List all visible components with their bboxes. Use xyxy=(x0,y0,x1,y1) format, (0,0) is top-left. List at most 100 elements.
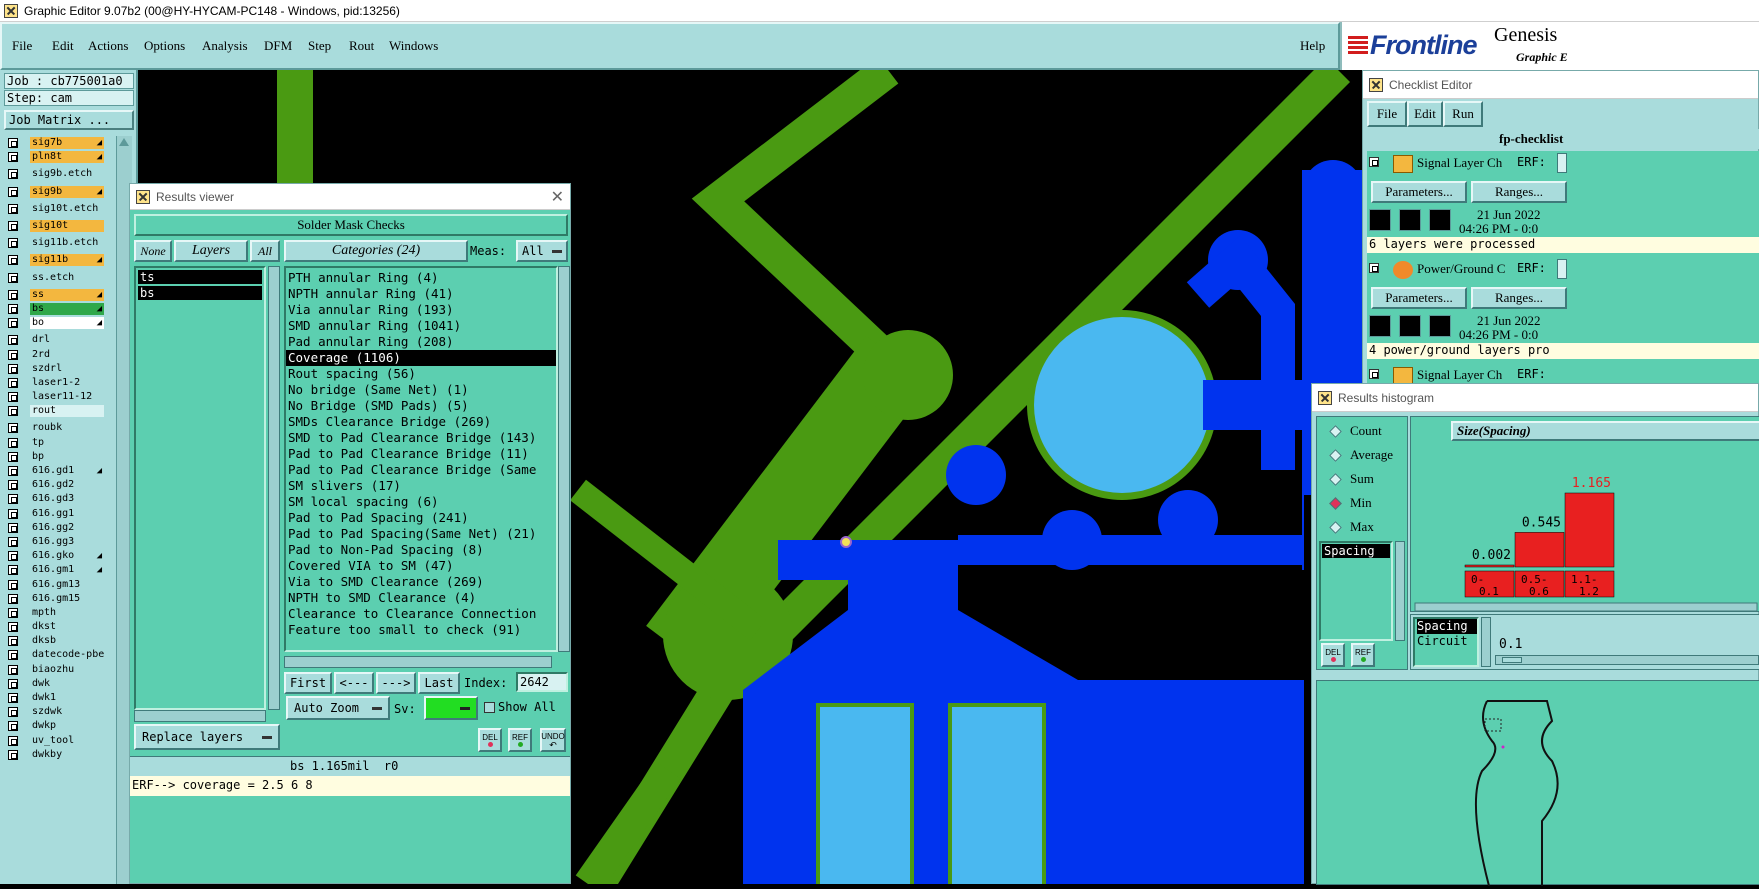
layer-row[interactable]: mpth xyxy=(4,606,112,620)
layer-checkbox[interactable] xyxy=(8,255,18,266)
layer-row[interactable]: bp xyxy=(4,450,112,464)
layer-results-list[interactable]: ts bs xyxy=(134,266,266,710)
layer-checkbox[interactable] xyxy=(8,138,18,149)
layer-name[interactable]: dkst xyxy=(30,621,104,634)
layer-row[interactable]: dwkp xyxy=(4,719,112,733)
histogram-bottom-list[interactable]: Spacing Circuit xyxy=(1413,617,1479,667)
results-viewer-titlebar[interactable]: Results viewer ✕ xyxy=(130,184,570,210)
checklist-menu-file[interactable]: File xyxy=(1367,101,1407,127)
checklist-item-checkbox[interactable] xyxy=(1369,369,1379,379)
layer-row[interactable]: szdrl xyxy=(4,362,112,376)
layer-name[interactable]: dwk1 xyxy=(30,692,104,705)
layer-name[interactable]: sig7b ◢ xyxy=(30,137,104,150)
result-marker-icon[interactable] xyxy=(840,536,852,548)
bottom-list-item[interactable]: Circuit xyxy=(1417,634,1477,649)
layer-row[interactable]: datecode-pbe xyxy=(4,648,112,662)
ref-button[interactable]: REF xyxy=(508,728,532,752)
layer-name[interactable]: 616.gm15 xyxy=(30,592,104,605)
layer-name[interactable]: tp xyxy=(30,436,104,449)
run-icon[interactable] xyxy=(1429,315,1451,337)
layer-checkbox[interactable] xyxy=(8,551,18,562)
layer-checkbox[interactable] xyxy=(8,650,18,661)
layer-row[interactable]: uv_tool xyxy=(4,734,112,748)
layer-checkbox[interactable] xyxy=(8,480,18,491)
layer-checkbox[interactable] xyxy=(8,735,18,746)
categories-button[interactable]: Categories (24) xyxy=(284,240,468,262)
layer-name[interactable]: 616.gd1 ◢ xyxy=(30,465,104,478)
layer-row[interactable]: 616.gd3 xyxy=(4,492,112,506)
layer-checkbox[interactable] xyxy=(8,349,18,360)
layer-name[interactable]: sig10t xyxy=(30,220,104,233)
layer-name[interactable]: dksb xyxy=(30,635,104,648)
layer-name[interactable]: laser1-2 xyxy=(30,376,104,389)
layer-checkbox[interactable] xyxy=(8,522,18,533)
layer-checkbox[interactable] xyxy=(8,721,18,732)
layer-checkbox[interactable] xyxy=(8,636,18,647)
bottom-list-item[interactable]: Spacing xyxy=(1417,619,1477,634)
layer-row[interactable]: rout xyxy=(4,404,112,418)
auto-zoom-select[interactable]: Auto Zoom xyxy=(286,696,390,720)
layer-checkbox[interactable] xyxy=(8,169,18,180)
histogram-bar[interactable] xyxy=(1464,564,1515,568)
layer-name[interactable]: 616.gg1 xyxy=(30,507,104,520)
layer-name[interactable]: sig11b ◢ xyxy=(30,254,104,267)
histogram-del-button[interactable]: DEL xyxy=(1321,643,1345,667)
layer-name[interactable]: szdrl xyxy=(30,362,104,375)
layer-checkbox[interactable] xyxy=(8,272,18,283)
layer-checkbox[interactable] xyxy=(8,664,18,675)
category-item[interactable]: NPTH to SMD Clearance (4) xyxy=(286,590,556,606)
layer-checkbox[interactable] xyxy=(8,607,18,618)
layer-row[interactable]: 616.gg1 xyxy=(4,507,112,521)
menu-options[interactable]: Options xyxy=(144,38,185,54)
layer-row[interactable]: 616.gm13 xyxy=(4,577,112,591)
layer-row[interactable]: 616.gm15 xyxy=(4,592,112,606)
all-button[interactable]: All xyxy=(250,240,280,262)
layer-checkbox[interactable] xyxy=(8,579,18,590)
category-item[interactable]: Via annular Ring (193) xyxy=(286,302,556,318)
index-input[interactable]: 2642 xyxy=(516,672,568,692)
layer-name[interactable]: 616.gd3 xyxy=(30,493,104,506)
radio-min[interactable]: Min xyxy=(1329,495,1372,511)
category-item[interactable]: Coverage (1106) xyxy=(286,350,556,366)
run-icon[interactable] xyxy=(1369,315,1391,337)
layer-checkbox[interactable] xyxy=(8,536,18,547)
replace-layers-select[interactable]: Replace layers xyxy=(134,724,280,750)
histogram-slider[interactable] xyxy=(1495,655,1759,665)
layer-checkbox[interactable] xyxy=(8,423,18,434)
measure-list-item[interactable]: Spacing xyxy=(1322,544,1390,558)
category-item[interactable]: No Bridge (SMD Pads) (5) xyxy=(286,398,556,414)
layer-name[interactable]: drl xyxy=(30,334,104,347)
histogram-ref-button[interactable]: REF xyxy=(1351,643,1375,667)
results-histogram-titlebar[interactable]: Results histogram xyxy=(1312,384,1758,412)
layer-row[interactable]: ss.etch xyxy=(4,271,112,285)
layer-name[interactable]: sig9b ◢ xyxy=(30,185,104,198)
layer-name[interactable]: 616.gg2 xyxy=(30,521,104,534)
layer-row[interactable]: sig7b ◢ xyxy=(4,136,112,150)
bottom-list-scrollbar[interactable] xyxy=(1481,617,1491,667)
layer-checkbox[interactable] xyxy=(8,451,18,462)
layer-row[interactable]: 616.gg3 xyxy=(4,535,112,549)
menu-file[interactable]: File xyxy=(12,38,32,54)
previous-button[interactable]: <--- xyxy=(334,672,374,694)
category-item[interactable]: Pad to Pad Clearance Bridge (Same xyxy=(286,462,556,478)
layer-name[interactable]: 616.gko ◢ xyxy=(30,550,104,563)
layer-row[interactable]: sig11b ◢ xyxy=(4,253,112,267)
layer-row[interactable]: bo ◢ xyxy=(4,316,112,330)
job-matrix-button[interactable]: Job Matrix ... xyxy=(4,110,134,130)
layer-checkbox[interactable] xyxy=(8,707,18,718)
layer-name[interactable]: bs ◢ xyxy=(30,302,104,315)
close-icon[interactable]: ✕ xyxy=(551,187,564,207)
layer-list-hscrollbar[interactable] xyxy=(134,710,266,722)
category-item[interactable]: NPTH annular Ring (41) xyxy=(286,286,556,302)
layer-name[interactable]: datecode-pbe xyxy=(30,649,104,662)
layer-name[interactable]: 2rd xyxy=(30,348,104,361)
category-item[interactable]: Pad to Pad Spacing (241) xyxy=(286,510,556,526)
scroll-up-icon[interactable] xyxy=(119,138,129,146)
layer-checkbox[interactable] xyxy=(8,318,18,329)
layer-name[interactable]: 616.gm1 ◢ xyxy=(30,564,104,577)
layer-row[interactable]: 616.gd1 ◢ xyxy=(4,464,112,478)
menu-step[interactable]: Step xyxy=(308,38,331,54)
category-item[interactable]: Via to SMD Clearance (269) xyxy=(286,574,556,590)
none-button[interactable]: None xyxy=(134,240,172,262)
layer-checkbox[interactable] xyxy=(8,363,18,374)
